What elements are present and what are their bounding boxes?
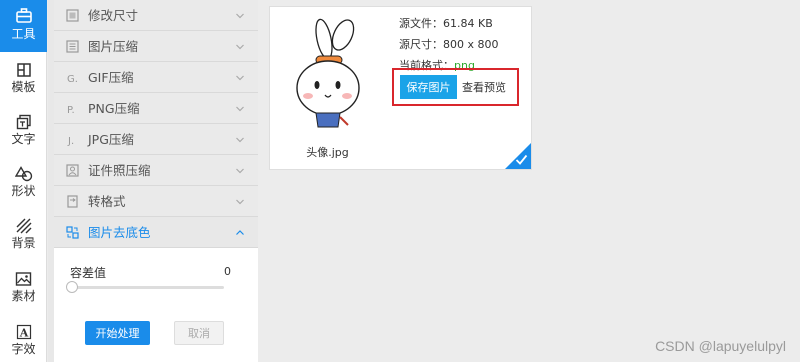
rail-item-background[interactable]: 背景 <box>0 211 47 263</box>
resize-icon <box>66 9 79 22</box>
rail-label-templates: 模板 <box>11 80 36 94</box>
menu-item-remove-background[interactable]: 图片去底色 <box>54 217 258 248</box>
chevron-up-icon <box>236 230 244 235</box>
menu-label: 图片压缩 <box>88 39 139 54</box>
image-filename: 头像.jpg <box>306 146 349 159</box>
tool-rail: 工具 模板 文字 形状 背景 素材 A 字效 <box>0 0 47 362</box>
menu-item-convert-format[interactable]: 转格式 <box>54 186 258 217</box>
watermark: CSDN @lapuyelulpyl <box>655 338 786 354</box>
rail-label-shapes: 形状 <box>11 184 36 198</box>
chevron-down-icon <box>236 75 244 81</box>
text-effect-icon: A <box>16 324 31 340</box>
chevron-down-icon <box>236 106 244 112</box>
image-asset-icon <box>15 272 32 286</box>
menu-label: 修改尺寸 <box>88 8 139 23</box>
source-dimensions: 源尺寸：800 x 800 <box>399 38 499 51</box>
menu-label: JPG压缩 <box>88 132 134 147</box>
menu-label: 图片去底色 <box>88 225 151 240</box>
chevron-down-icon <box>236 199 244 205</box>
view-preview-link[interactable]: 查看预览 <box>462 79 506 95</box>
shape-icon <box>14 166 32 182</box>
save-image-button[interactable]: 保存图片 <box>400 75 457 99</box>
start-processing-button[interactable]: 开始处理 <box>85 321 150 345</box>
menu-label: PNG压缩 <box>88 101 140 116</box>
menu-item-png-compress[interactable]: P. PNG压缩 <box>54 93 258 124</box>
chevron-down-icon <box>236 137 244 143</box>
rail-item-text-effects[interactable]: A 字效 <box>0 317 47 362</box>
rail-item-tools[interactable]: 工具 <box>0 0 47 52</box>
template-icon <box>16 63 31 77</box>
menu-item-id-photo-compress[interactable]: 证件照压缩 <box>54 155 258 186</box>
svg-text:A: A <box>18 327 28 340</box>
chevron-down-icon <box>236 44 244 50</box>
rail-label-assets: 素材 <box>11 289 36 303</box>
remove-background-panel: 容差值 0 开始处理 取消 <box>54 248 258 362</box>
menu-item-resize[interactable]: 修改尺寸 <box>54 0 258 31</box>
png-icon: P. <box>67 105 75 115</box>
rail-label-text: 文字 <box>11 132 36 146</box>
menu-label: 转格式 <box>88 194 126 209</box>
rail-label-tools: 工具 <box>11 27 36 41</box>
text-icon <box>16 114 31 130</box>
menu-item-gif-compress[interactable]: G. GIF压缩 <box>54 62 258 93</box>
menu-item-image-compress[interactable]: 图片压缩 <box>54 31 258 62</box>
rail-item-assets[interactable]: 素材 <box>0 264 47 316</box>
image-card[interactable]: 头像.jpg 源文件：61.84 KB 源尺寸：800 x 800 当前格式：p… <box>269 6 532 170</box>
source-file-size: 源文件：61.84 KB <box>399 17 493 30</box>
image-thumbnail[interactable] <box>288 15 368 133</box>
image-compress-icon <box>66 40 79 53</box>
app-window: 工具 模板 文字 形状 背景 素材 A 字效 修改尺寸 图片压缩 G. GIF压… <box>0 0 800 362</box>
gif-icon: G. <box>67 74 78 84</box>
tolerance-slider-track[interactable] <box>70 286 224 289</box>
cancel-button[interactable]: 取消 <box>174 321 224 345</box>
rail-item-text[interactable]: 文字 <box>0 107 47 159</box>
convert-format-icon <box>67 195 78 208</box>
id-photo-icon <box>66 164 79 177</box>
svg-text:G.: G. <box>67 74 78 84</box>
rail-label-text-effects: 字效 <box>11 342 36 356</box>
tolerance-value: 0 <box>224 265 231 278</box>
tolerance-slider-thumb[interactable] <box>66 281 78 293</box>
background-icon <box>16 218 31 234</box>
chevron-down-icon <box>236 13 244 19</box>
menu-label: GIF压缩 <box>88 70 134 85</box>
rail-item-shapes[interactable]: 形状 <box>0 159 47 211</box>
tolerance-label: 容差值 <box>70 266 107 280</box>
menu-label: 证件照压缩 <box>88 163 151 178</box>
menu-item-jpg-compress[interactable]: J. JPG压缩 <box>54 124 258 155</box>
rail-label-background: 背景 <box>11 236 36 250</box>
svg-text:P.: P. <box>67 105 75 115</box>
remove-background-icon <box>66 226 79 239</box>
toolbox-icon <box>15 8 32 23</box>
rail-item-templates[interactable]: 模板 <box>0 55 47 107</box>
svg-text:J.: J. <box>67 136 74 146</box>
chevron-down-icon <box>236 168 244 174</box>
jpg-icon: J. <box>67 136 74 146</box>
check-icon <box>515 154 528 165</box>
